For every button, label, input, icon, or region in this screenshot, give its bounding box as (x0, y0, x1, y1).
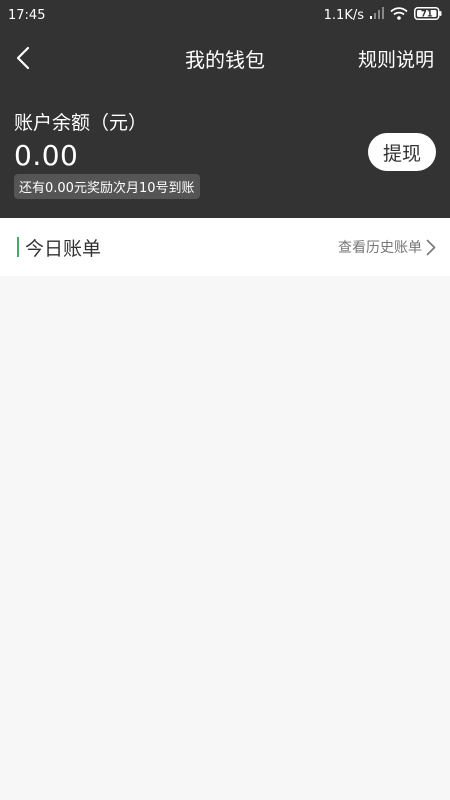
history-bill-label: 查看历史账单 (338, 240, 422, 256)
withdraw-button[interactable]: 提现 (368, 133, 436, 171)
balance-section: 账户余额（元） 0.00 还有0.00元奖励次月10号到账 提现 (0, 86, 450, 218)
today-bill-title: 今日账单 (25, 237, 102, 260)
header-area: 17:45 1.1K/s 71 我的钱包 规则说明 账户余额（元） 0.00 还… (0, 0, 450, 218)
wifi-icon (390, 6, 408, 24)
chevron-right-icon (426, 239, 436, 255)
reward-note: 还有0.00元奖励次月10号到账 (14, 174, 200, 199)
battery-icon: 71 (414, 6, 442, 24)
status-bar: 17:45 1.1K/s 71 (0, 0, 450, 30)
balance-label: 账户余额（元） (14, 112, 148, 134)
balance-amount: 0.00 (14, 139, 79, 172)
nav-bar: 我的钱包 规则说明 (0, 30, 450, 86)
status-indicators: 1.1K/s 71 (323, 6, 442, 24)
today-bill-header: 今日账单 查看历史账单 (0, 218, 450, 276)
back-button[interactable] (16, 44, 40, 72)
battery-level: 71 (421, 9, 433, 19)
network-speed: 1.1K/s (323, 7, 364, 23)
status-time: 17:45 (8, 7, 46, 23)
section-accent-bar (17, 237, 19, 257)
signal-icon (370, 7, 384, 23)
bill-list-area (0, 276, 450, 800)
history-bill-link[interactable]: 查看历史账单 (338, 237, 436, 257)
chevron-left-icon (16, 46, 30, 70)
rules-link[interactable]: 规则说明 (358, 45, 434, 72)
